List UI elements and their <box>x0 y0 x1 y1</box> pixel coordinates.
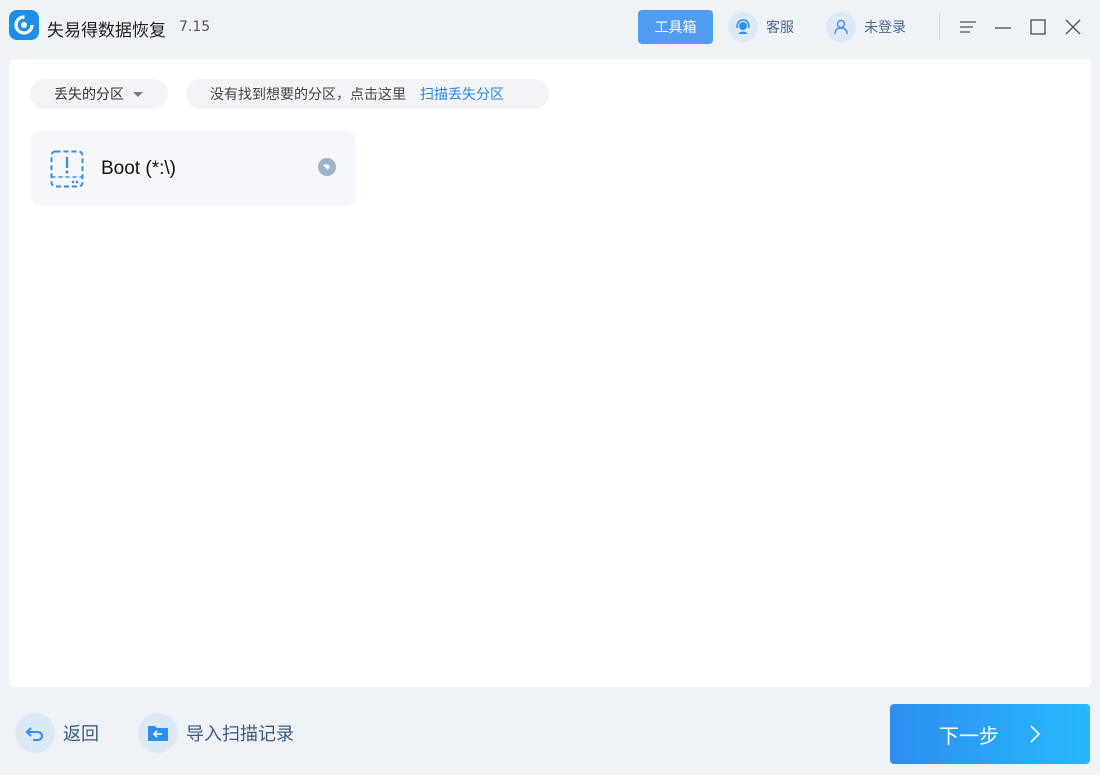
scan-lost-partition-link[interactable]: 扫描丢失分区 <box>420 84 504 104</box>
headset-icon <box>728 12 758 42</box>
app-version: 7.15 <box>179 19 211 35</box>
scan-hint-text: 没有找到想要的分区，点击这里 <box>210 87 406 103</box>
back-label: 返回 <box>63 724 99 745</box>
partition-card[interactable]: Boot (*:\) <box>31 131 356 206</box>
toolbox-button[interactable]: 工具箱 <box>638 10 713 44</box>
back-button[interactable]: 返回 <box>15 713 99 753</box>
dropdown-value: 丢失的分区 <box>54 87 124 103</box>
customer-service-label: 客服 <box>766 20 794 36</box>
divider <box>939 14 940 40</box>
next-step-button[interactable]: 下一步 <box>890 704 1090 764</box>
folder-import-icon <box>138 713 178 753</box>
minimize-icon[interactable] <box>992 16 1014 38</box>
close-icon[interactable] <box>1062 16 1084 38</box>
app-logo-icon <box>9 10 39 40</box>
user-icon <box>826 12 856 42</box>
menu-icon[interactable] <box>957 16 979 38</box>
lost-partition-icon <box>50 150 84 188</box>
partition-type-dropdown[interactable]: 丢失的分区 <box>30 79 168 109</box>
app-title: 失易得数据恢复 <box>47 21 166 41</box>
radio-icon[interactable] <box>317 157 337 177</box>
scan-hint: 没有找到想要的分区，点击这里 扫描丢失分区 <box>186 79 549 109</box>
caret-down-icon <box>133 91 143 97</box>
maximize-icon[interactable] <box>1027 16 1049 38</box>
import-scan-record-button[interactable]: 导入扫描记录 <box>138 713 294 753</box>
next-label: 下一步 <box>939 723 999 748</box>
partition-name: Boot (*:\) <box>101 158 176 179</box>
login-button[interactable]: 未登录 <box>826 12 906 42</box>
import-label: 导入扫描记录 <box>186 724 294 745</box>
chevron-right-icon <box>1030 725 1041 743</box>
back-arrow-icon <box>15 713 55 753</box>
customer-service-button[interactable]: 客服 <box>728 12 794 42</box>
title-bar: 失易得数据恢复 7.15 工具箱 客服 未登录 <box>0 0 1100 56</box>
login-label: 未登录 <box>864 20 906 36</box>
